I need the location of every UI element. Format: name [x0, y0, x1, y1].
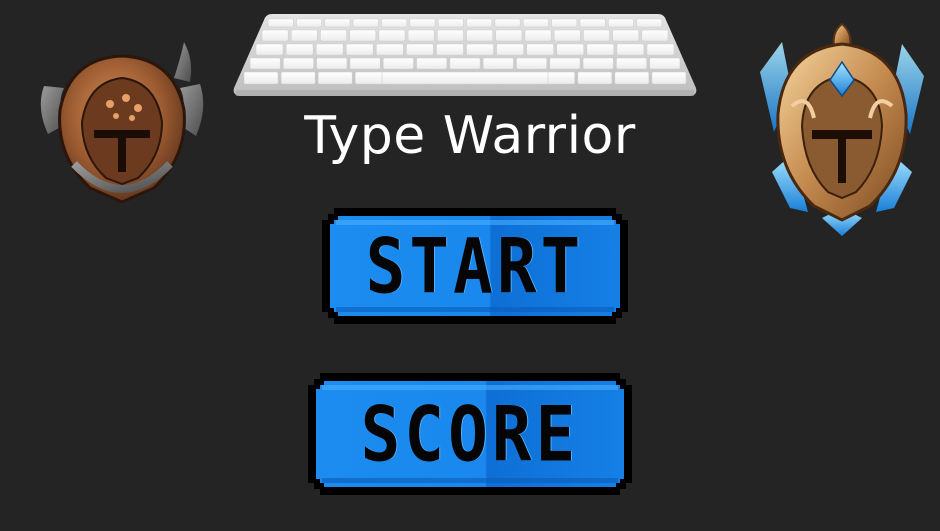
start-button-label: START	[365, 221, 585, 311]
keyboard-icon	[233, 14, 697, 96]
bronze-helmet-icon	[40, 42, 204, 204]
score-button[interactable]: SCORE	[308, 373, 632, 495]
gold-helmet-icon	[760, 22, 924, 236]
start-button[interactable]: START	[322, 208, 628, 324]
score-button-label: SCORE	[360, 389, 580, 479]
main-menu-screen: Type Warrior START SCORE	[0, 0, 940, 531]
